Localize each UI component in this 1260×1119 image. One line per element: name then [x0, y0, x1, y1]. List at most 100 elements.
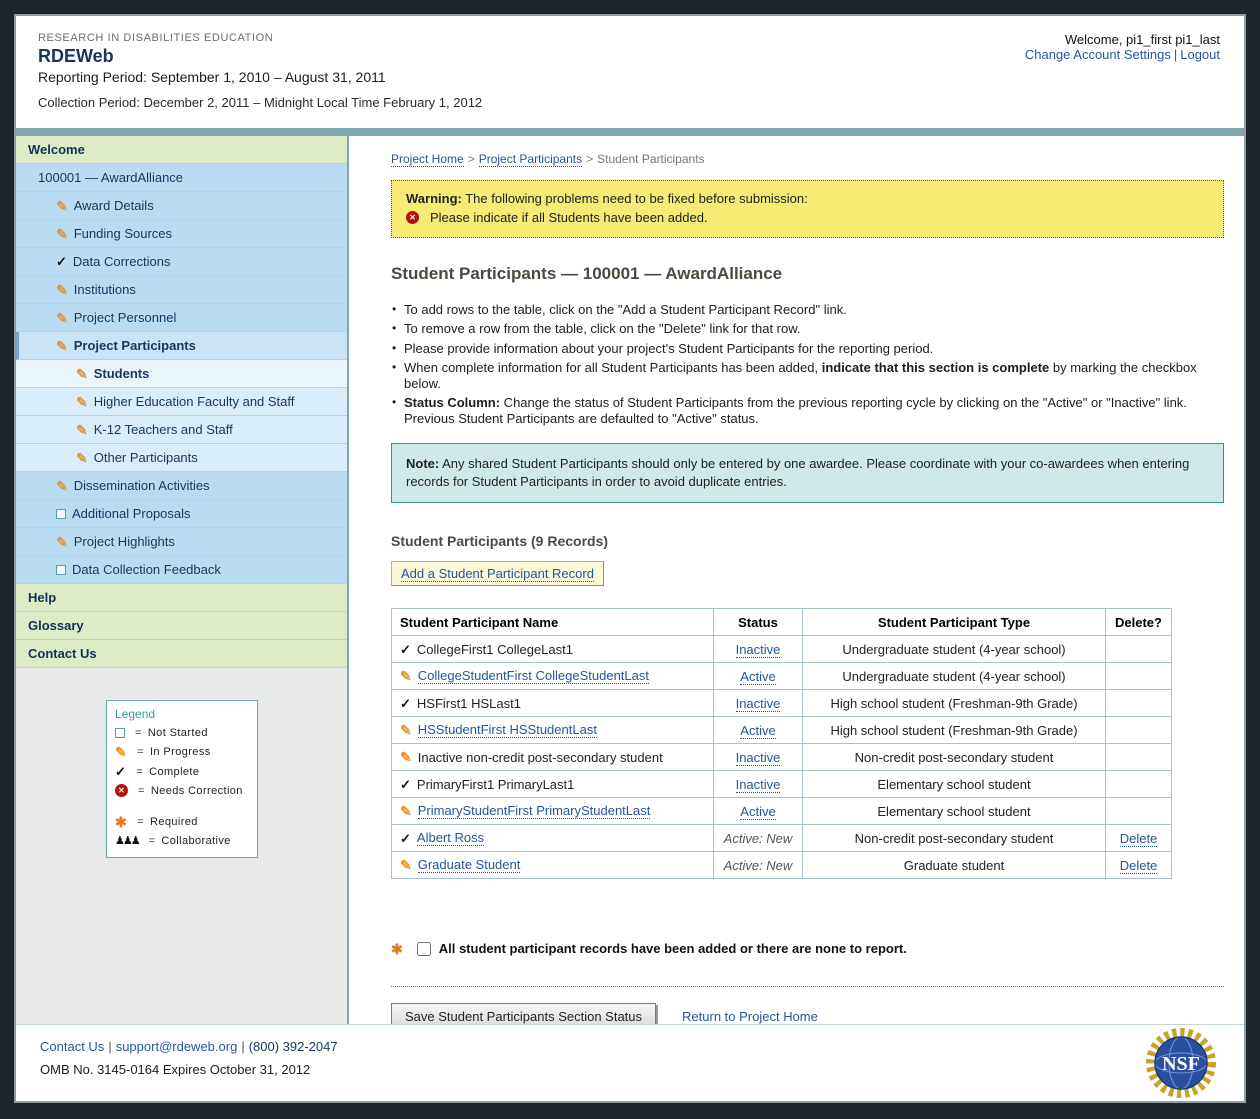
- sidebar-item-data-corrections[interactable]: ✓Data Corrections: [16, 248, 347, 276]
- sidebar-item-institutions[interactable]: ✎Institutions: [16, 276, 347, 304]
- legend-row-required: ✱ = Required: [115, 815, 249, 829]
- sidebar-nav: Welcome 100001 — AwardAlliance✎Award Deta…: [16, 136, 347, 668]
- name-cell: ✎Graduate Student: [400, 857, 705, 873]
- sidebar-item-dissemination-activities[interactable]: ✎Dissemination Activities: [16, 472, 347, 500]
- footer-email-link[interactable]: support@rdeweb.org: [116, 1039, 238, 1054]
- sidebar-item-label: Additional Proposals: [72, 506, 191, 521]
- delete-cell: [1106, 663, 1172, 690]
- sidebar-item-award-details[interactable]: ✎Award Details: [16, 192, 347, 220]
- name-cell: ✎PrimaryStudentFirst PrimaryStudentLast: [400, 803, 705, 819]
- participant-name[interactable]: CollegeStudentFirst CollegeStudentLast: [418, 668, 649, 684]
- pencil-icon: ✎: [56, 339, 68, 353]
- sidebar-item-glossary[interactable]: Glossary: [16, 612, 347, 640]
- participant-name[interactable]: HSStudentFirst HSStudentLast: [418, 722, 597, 738]
- pencil-icon: ✎: [76, 395, 88, 409]
- status-inactive[interactable]: Inactive: [736, 642, 781, 658]
- breadcrumb-project-participants[interactable]: Project Participants: [479, 152, 582, 167]
- delete-link[interactable]: Delete: [1120, 831, 1158, 847]
- sidebar-item-100001-awardalliance[interactable]: 100001 — AwardAlliance: [16, 164, 347, 192]
- participant-name[interactable]: PrimaryStudentFirst PrimaryStudentLast: [418, 803, 651, 819]
- link-separator: |: [1171, 47, 1180, 62]
- sidebar-item-label: Project Participants: [74, 338, 196, 353]
- status-inactive[interactable]: Inactive: [736, 696, 781, 712]
- status-active-new: Active: New: [724, 831, 793, 846]
- instruction-text: Status Column:: [404, 395, 500, 410]
- table-row-collegefirst1-collegelast1: ✓CollegeFirst1 CollegeLast1InactiveUnder…: [392, 636, 1172, 663]
- warning-label: Warning:: [406, 191, 462, 206]
- delete-cell: [1106, 690, 1172, 717]
- sidebar-item-funding-sources[interactable]: ✎Funding Sources: [16, 220, 347, 248]
- check-icon: ✓: [56, 255, 67, 268]
- status-active[interactable]: Active: [740, 723, 775, 739]
- delete-link[interactable]: Delete: [1120, 858, 1158, 874]
- sidebar-item-label: Welcome: [28, 142, 85, 157]
- collection-period: Collection Period: December 2, 2011 – Mi…: [38, 95, 1222, 110]
- sidebar-item-students[interactable]: ✎Students: [16, 360, 347, 388]
- sidebar-item-project-participants[interactable]: ✎ Project Participants: [16, 332, 347, 360]
- equals-sign: =: [135, 727, 142, 739]
- change-account-settings-link[interactable]: Change Account Settings: [1025, 47, 1171, 62]
- check-icon: ✓: [400, 697, 411, 710]
- instruction-text: Please provide information about your pr…: [404, 341, 933, 356]
- sidebar-item-welcome[interactable]: Welcome: [16, 136, 347, 164]
- legend-label: In Progress: [150, 746, 211, 758]
- legend-title: Legend: [115, 707, 249, 721]
- footer-phone: (800) 392-2047: [249, 1039, 338, 1054]
- instruction-item-5: Status Column: Change the status of Stud…: [391, 395, 1224, 427]
- sidebar-item-other-participants[interactable]: ✎Other Participants: [16, 444, 347, 472]
- error-icon: ✕: [406, 211, 419, 224]
- page-header: RESEARCH IN DISABILITIES EDUCATION RDEWe…: [16, 16, 1244, 128]
- instructions-list: To add rows to the table, click on the "…: [391, 302, 1224, 427]
- return-to-project-home-link[interactable]: Return to Project Home: [682, 1009, 818, 1024]
- legend-label: Collaborative: [161, 835, 230, 847]
- account-area: Welcome, pi1_first pi1_last Change Accou…: [1025, 32, 1220, 62]
- legend-row-needs-correction: ✕=Needs Correction: [115, 784, 249, 797]
- table-row-albert-ross: ✓Albert Ross Active: New Non-credit post-s…: [392, 825, 1172, 852]
- people-icon: ♟♟♟: [115, 836, 139, 847]
- footer-contact-us-link[interactable]: Contact Us: [40, 1039, 104, 1054]
- status-active[interactable]: Active: [740, 804, 775, 820]
- column-header-type: Student Participant Type: [803, 609, 1106, 636]
- save-section-status-button[interactable]: Save Student Participants Section Status: [391, 1003, 656, 1024]
- name-cell: ✓Albert Ross: [400, 830, 705, 846]
- sidebar-item-data-collection-feedback[interactable]: Data Collection Feedback: [16, 556, 347, 584]
- table-row-inactive-non-credit-post-secondary-student: ✎Inactive non-credit post-secondary stud…: [392, 744, 1172, 771]
- logout-link[interactable]: Logout: [1180, 47, 1220, 62]
- all-records-added-checkbox[interactable]: [417, 942, 431, 956]
- participant-name[interactable]: Albert Ross: [417, 830, 484, 846]
- participant-type: Elementary school student: [803, 798, 1106, 825]
- star-icon: ✱: [115, 815, 127, 829]
- sidebar-item-project-highlights[interactable]: ✎Project Highlights: [16, 528, 347, 556]
- legend-label: Required: [150, 816, 198, 828]
- pencil-icon: ✎: [56, 199, 68, 213]
- pencil-icon: ✎: [76, 423, 88, 437]
- all-records-added-label: All student participant records have bee…: [439, 941, 907, 956]
- student-participants-table: Student Participant Name Status Student …: [391, 608, 1172, 879]
- pencil-icon: ✎: [400, 723, 412, 737]
- sidebar-item-additional-proposals[interactable]: Additional Proposals: [16, 500, 347, 528]
- participant-name: HSFirst1 HSLast1: [417, 696, 521, 711]
- participant-name[interactable]: Graduate Student: [418, 857, 521, 873]
- sidebar-item-project-personnel[interactable]: ✎Project Personnel: [16, 304, 347, 332]
- sidebar-item-label: Students: [94, 366, 150, 381]
- participant-type: Non-credit post-secondary student: [803, 825, 1106, 852]
- add-student-participant-button[interactable]: Add a Student Participant Record: [391, 561, 604, 586]
- check-icon: ✓: [115, 765, 126, 778]
- sidebar-item-k-12-teachers-and-staff[interactable]: ✎K-12 Teachers and Staff: [16, 416, 347, 444]
- status-active[interactable]: Active: [740, 669, 775, 685]
- sidebar-item-help[interactable]: Help: [16, 584, 347, 612]
- warning-box: Warning: The following problems need to …: [391, 180, 1224, 238]
- delete-cell: [1106, 771, 1172, 798]
- sidebar-item-label: Contact Us: [28, 646, 97, 661]
- sidebar-item-higher-education-faculty-and-staff[interactable]: ✎Higher Education Faculty and Staff: [16, 388, 347, 416]
- add-student-participant-link[interactable]: Add a Student Participant Record: [401, 566, 594, 582]
- breadcrumb-project-home[interactable]: Project Home: [391, 152, 464, 167]
- sidebar-item-label: Funding Sources: [74, 226, 172, 241]
- name-cell: ✓CollegeFirst1 CollegeLast1: [400, 642, 705, 657]
- participant-type: High school student (Freshman-9th Grade): [803, 690, 1106, 717]
- equals-sign: =: [137, 816, 144, 828]
- error-icon: ✕: [115, 784, 128, 797]
- status-inactive[interactable]: Inactive: [736, 777, 781, 793]
- sidebar-item-contact-us[interactable]: Contact Us: [16, 640, 347, 668]
- status-inactive[interactable]: Inactive: [736, 750, 781, 766]
